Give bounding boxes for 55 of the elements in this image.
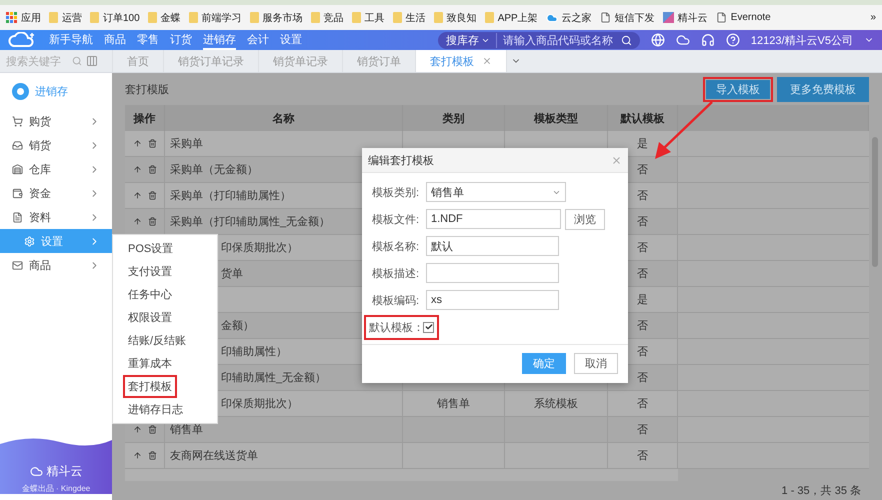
cancel-button[interactable]: 取消 [574,353,618,374]
column-header: 默认模板 [608,105,678,131]
table-cell: 友商网在线送货单 [165,443,403,468]
bookmark-link[interactable]: 订单100 [103,10,140,24]
nav-item[interactable]: 订货 [170,30,192,50]
sidebar-item[interactable]: 仓库 [0,157,112,181]
column-header: 类别 [403,105,505,131]
page-title: 套打模版 [125,82,170,96]
bookmark-link[interactable]: 运营 [62,10,82,24]
sidebar-item[interactable]: 资金 [0,181,112,205]
template-category-select[interactable]: 销售单 [426,182,566,202]
bookmark-link[interactable]: 金蝶 [160,10,181,24]
menu-item[interactable]: 套打模板 [123,375,177,398]
table-cell: 销售单 [403,391,505,416]
more-bookmarks-button[interactable]: » [870,12,876,23]
table-cell: 否 [608,443,678,468]
bookmark-link[interactable]: 精斗云 [678,10,708,24]
sidebar-item[interactable]: 销货 [0,133,112,157]
column-header: 名称 [165,105,403,131]
product-search-field[interactable]: 搜库存 请输入商品代码或名称 [438,32,640,48]
nav-item[interactable]: 零售 [137,30,159,50]
search-scope-dropdown[interactable]: 搜库存 [446,32,479,48]
sidebar-title: 进销存 [35,84,68,98]
account-menu[interactable]: 12123/精斗云V5公司 [750,32,853,48]
sidebar-item[interactable]: 商品 [0,253,112,277]
sidebar-item[interactable]: 购货 [0,109,112,133]
table-cell: 否 [608,417,678,442]
bookmark-link[interactable]: 服务市场 [262,10,303,24]
table-cell: 系统模板 [505,391,608,416]
brand-name: 精斗云 [46,463,82,480]
column-header: 操作 [125,105,165,131]
table-cell: 否 [608,391,678,416]
bookmark-link[interactable]: 工具 [364,10,385,24]
bookmark-link[interactable]: 应用 [21,10,41,24]
text-field[interactable]: xs [426,290,559,310]
bookmark-link[interactable]: 竞品 [324,10,344,24]
nav-item[interactable]: 商品 [104,30,126,50]
bookmark-link[interactable]: Evernote [730,12,771,23]
nav-item[interactable]: 设置 [280,30,302,50]
brand-tagline: 金蝶出品 · Kingdee [22,483,90,494]
sidebar-item[interactable]: 资料 [0,205,112,229]
bookmark-link[interactable]: 短信下发 [614,10,655,24]
bookmark-link[interactable]: 前端学习 [202,10,242,24]
browse-button[interactable]: 浏览 [565,208,605,230]
bookmark-link[interactable]: 云之家 [562,10,592,24]
bookmark-link[interactable]: APP上架 [498,10,538,24]
nav-item[interactable]: 会计 [247,30,269,50]
column-header: 模板类型 [505,105,608,131]
menu-item[interactable]: 任务中心 [123,283,177,306]
pagination-text: 1 - 35，共 35 条 [782,484,861,498]
bookmark-link[interactable]: 生活 [406,10,426,24]
file-field[interactable]: 1.NDF [426,209,561,229]
text-field[interactable]: 默认 [426,236,559,256]
field-label: 模板编码: [372,294,420,308]
bookmark-link[interactable]: 致良知 [446,10,477,24]
